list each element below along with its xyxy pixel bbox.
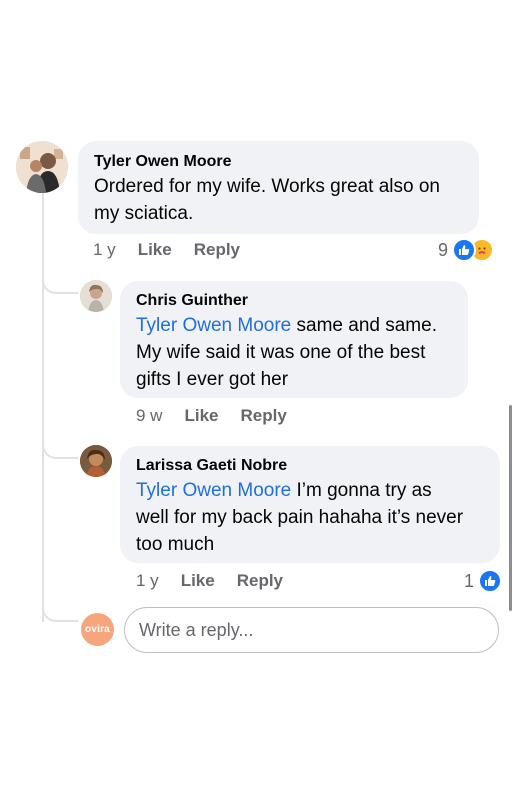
reaction-summary[interactable]: 1 <box>464 569 503 593</box>
reply-text-line: My wife said it was one of the best <box>136 342 426 363</box>
reaction-count: 1 <box>464 570 475 591</box>
like-button[interactable]: Like <box>181 571 215 591</box>
like-icon <box>452 238 477 262</box>
avatar[interactable] <box>80 445 112 477</box>
thread-branch <box>42 604 78 622</box>
reply-text-line: same and same. <box>291 315 437 336</box>
reply-input[interactable] <box>125 608 498 652</box>
reply-bubble: Larissa Gaeti Nobre Tyler Owen Moore I’m… <box>120 446 500 563</box>
avatar[interactable] <box>16 141 68 193</box>
reply-button[interactable]: Reply <box>241 406 287 426</box>
profile-photo-icon <box>16 141 68 193</box>
reply-author[interactable]: Larissa Gaeti Nobre <box>136 457 484 475</box>
reply-time[interactable]: 9 w <box>136 406 162 426</box>
reply-bubble: Chris Guinther Tyler Owen Moore same and… <box>120 281 468 398</box>
comment-meta: 1 y Like Reply <box>93 240 240 260</box>
reply-meta: 9 w Like Reply <box>136 406 287 426</box>
reply-button[interactable]: Reply <box>194 240 240 260</box>
profile-photo-icon <box>80 280 112 312</box>
mention-link[interactable]: Tyler Owen Moore <box>136 480 291 501</box>
reaction-summary[interactable]: 9 <box>438 238 495 262</box>
comment-time[interactable]: 1 y <box>93 240 116 260</box>
profile-photo-icon <box>80 445 112 477</box>
scrollbar[interactable] <box>509 405 512 611</box>
reply-button[interactable]: Reply <box>237 571 283 591</box>
thread-branch <box>42 276 78 294</box>
reply-text-line: I’m gonna try as <box>291 480 432 501</box>
ovira-logo: ovira <box>85 624 110 635</box>
avatar[interactable] <box>80 280 112 312</box>
like-icon <box>478 569 503 593</box>
reply-text: Tyler Owen Moore same and same. My wife … <box>136 312 452 393</box>
reply-text: Tyler Owen Moore I’m gonna try as well f… <box>136 477 484 558</box>
reply-time[interactable]: 1 y <box>136 571 159 591</box>
like-button[interactable]: Like <box>184 406 218 426</box>
mention-link[interactable]: Tyler Owen Moore <box>136 315 291 336</box>
comment-text: Ordered for my wife. Works great also on… <box>94 176 440 224</box>
reply-text-line: well for my back pain hahaha it’s never <box>136 507 464 528</box>
reply-text-line: too much <box>136 534 215 555</box>
reply-meta: 1 y Like Reply <box>136 571 283 591</box>
reply-composer[interactable] <box>124 607 499 653</box>
reaction-count: 9 <box>438 239 449 260</box>
comment-author[interactable]: Tyler Owen Moore <box>94 153 463 171</box>
reply-author[interactable]: Chris Guinther <box>136 292 452 310</box>
reply-text-line: gifts I ever got her <box>136 369 289 390</box>
avatar[interactable]: ovira <box>81 613 114 646</box>
comment-bubble: Tyler Owen Moore Ordered for my wife. Wo… <box>78 141 479 234</box>
thread-branch <box>42 441 78 459</box>
like-button[interactable]: Like <box>138 240 172 260</box>
thread-line <box>42 192 44 622</box>
